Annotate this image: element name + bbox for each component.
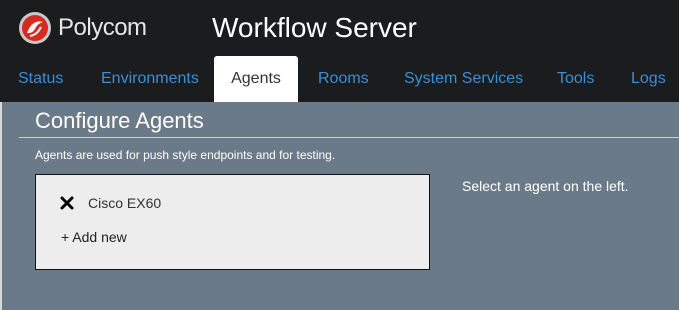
- tab-rooms[interactable]: Rooms: [318, 56, 369, 102]
- agent-list-panel: Cisco EX60 + Add new: [35, 174, 430, 270]
- tab-tools[interactable]: Tools: [557, 56, 594, 102]
- app-title: Workflow Server: [212, 12, 417, 43]
- tab-system-services[interactable]: System Services: [404, 56, 523, 102]
- tab-status[interactable]: Status: [18, 56, 63, 102]
- add-new-agent-link[interactable]: + Add new: [61, 229, 127, 245]
- tab-agents[interactable]: Agents: [214, 56, 298, 102]
- polycom-logo-icon: [19, 12, 51, 44]
- page-subtitle: Agents are used for push style endpoints…: [35, 148, 336, 162]
- page-title: Configure Agents: [35, 108, 204, 133]
- close-icon[interactable]: [60, 196, 74, 210]
- app-header: Polycom Workflow Server: [0, 0, 679, 56]
- selection-hint: Select an agent on the left.: [462, 178, 629, 194]
- brand-name: Polycom: [58, 14, 147, 41]
- tab-logs[interactable]: Logs: [631, 56, 666, 102]
- main-content: Configure Agents Agents are used for pus…: [2, 102, 679, 310]
- agent-name[interactable]: Cisco EX60: [88, 195, 161, 211]
- tab-environments[interactable]: Environments: [101, 56, 199, 102]
- title-divider: [19, 137, 679, 138]
- agent-item[interactable]: Cisco EX60: [60, 193, 161, 213]
- main-nav: Status Environments Agents Rooms System …: [0, 56, 679, 102]
